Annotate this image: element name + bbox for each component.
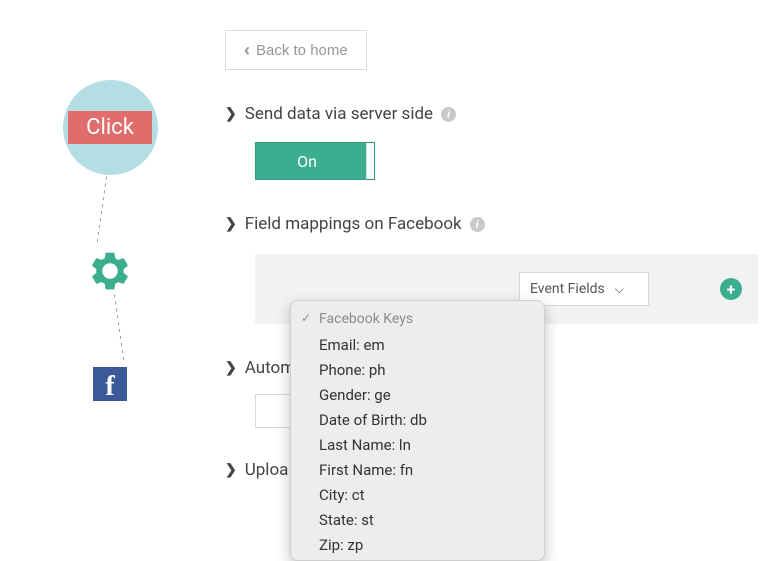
back-to-home-button[interactable]: ‹ Back to home: [225, 30, 367, 70]
click-node: Click: [63, 80, 158, 175]
dropdown-item[interactable]: City: ct: [291, 483, 544, 508]
section-title: Field mappings on Facebook: [245, 214, 462, 234]
click-label: Click: [68, 111, 152, 144]
chevron-right-icon: ❯: [225, 462, 237, 478]
dropdown-item[interactable]: Email: em: [291, 333, 544, 358]
section-header[interactable]: ❯ Field mappings on Facebook i: [225, 214, 758, 234]
dropdown-item[interactable]: First Name: fn: [291, 458, 544, 483]
dropdown-item[interactable]: Zip: zp: [291, 533, 544, 558]
add-mapping-button[interactable]: +: [720, 278, 742, 300]
chevron-down-icon: ⌵: [615, 282, 624, 297]
facebook-node: f: [93, 367, 127, 401]
pipeline-diagram: Click f: [40, 80, 180, 380]
info-icon[interactable]: i: [470, 217, 485, 232]
dropdown-item[interactable]: Last Name: ln: [291, 433, 544, 458]
dropdown-item[interactable]: Gender: ge: [291, 383, 544, 408]
dropdown-item[interactable]: Phone: ph: [291, 358, 544, 383]
select-label: Event Fields: [530, 281, 605, 297]
section-title: Send data via server side: [245, 104, 433, 124]
chevron-right-icon: ❯: [225, 106, 237, 122]
toggle-label: On: [256, 152, 366, 171]
back-label: Back to home: [256, 42, 348, 59]
facebook-icon: f: [105, 373, 114, 401]
dropdown-header: Facebook Keys: [291, 307, 544, 333]
plus-icon: +: [727, 280, 736, 299]
chevron-right-icon: ❯: [225, 360, 237, 376]
gear-icon: [88, 249, 132, 293]
chevron-left-icon: ‹: [244, 41, 250, 59]
chevron-right-icon: ❯: [225, 216, 237, 232]
facebook-keys-dropdown[interactable]: Facebook Keys Email: emPhone: phGender: …: [290, 300, 545, 561]
connector-2: [113, 294, 124, 363]
section-title: Uploa: [245, 460, 289, 480]
server-side-toggle[interactable]: On: [255, 142, 375, 180]
section-title: Autom: [245, 358, 295, 378]
auto-select-partial[interactable]: [255, 394, 295, 428]
transform-node: [88, 249, 132, 293]
toggle-knob: [366, 143, 374, 179]
dropdown-item[interactable]: Date of Birth: db: [291, 408, 544, 433]
section-send-server-side: ❯ Send data via server side i On: [225, 104, 758, 180]
info-icon[interactable]: i: [441, 107, 456, 122]
section-header[interactable]: ❯ Send data via server side i: [225, 104, 758, 124]
connector-1: [96, 176, 107, 245]
